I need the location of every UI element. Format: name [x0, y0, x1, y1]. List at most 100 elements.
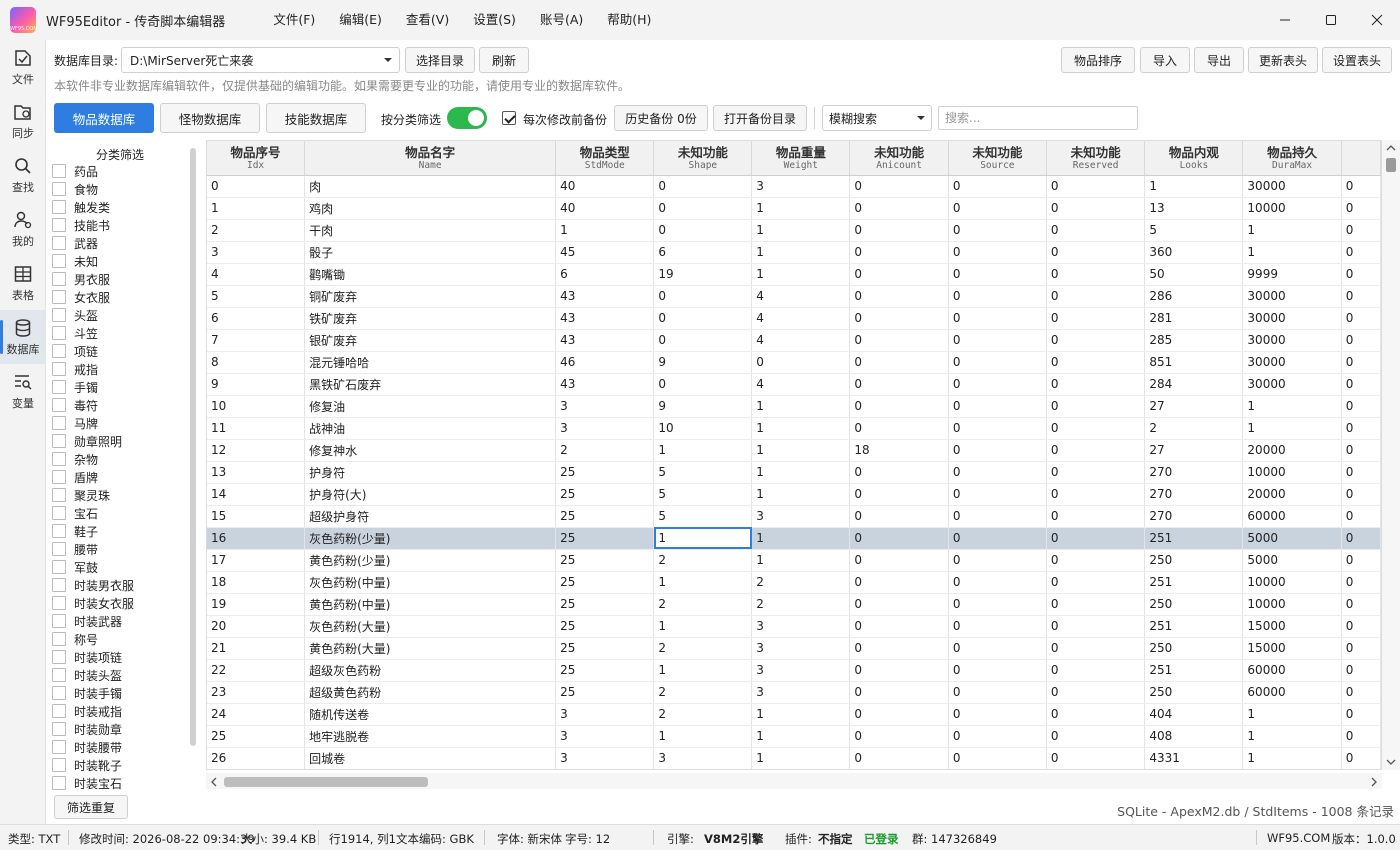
table-cell[interactable]: 60000 — [1242, 681, 1342, 704]
table-cell[interactable]: 1 — [1242, 417, 1342, 440]
table-cell[interactable]: 1 — [751, 241, 851, 264]
table-cell[interactable]: 0 — [948, 593, 1047, 616]
table-cell[interactable]: 43 — [555, 285, 655, 308]
table-cell[interactable]: 0 — [1046, 703, 1146, 726]
table-cell[interactable]: 25 — [555, 593, 655, 616]
table-cell[interactable]: 0 — [849, 637, 949, 660]
table-cell[interactable]: 0 — [1341, 527, 1381, 550]
table-cell[interactable]: 19 — [653, 263, 753, 286]
reset-filter-button[interactable]: 筛选重复 — [54, 795, 128, 819]
table-cell[interactable]: 0 — [948, 637, 1047, 660]
category-item[interactable]: 项链 — [52, 342, 188, 360]
table-cell[interactable]: 0 — [1341, 241, 1381, 264]
column-header[interactable] — [1341, 141, 1381, 176]
table-cell[interactable]: 0 — [849, 219, 949, 242]
table-cell[interactable]: 15000 — [1242, 637, 1342, 660]
table-cell[interactable]: 270 — [1144, 483, 1244, 506]
table-cell[interactable]: 肉 — [304, 175, 557, 198]
table-cell[interactable]: 1 — [1242, 241, 1342, 264]
category-checkbox[interactable] — [52, 488, 66, 502]
table-cell[interactable]: 5 — [653, 505, 753, 528]
category-item[interactable]: 腰带 — [52, 540, 188, 558]
category-checkbox[interactable] — [52, 416, 66, 430]
table-cell[interactable]: 2 — [653, 681, 753, 704]
category-item[interactable]: 时装宝石 — [52, 774, 188, 790]
menu-settings[interactable]: 设置(S) — [461, 6, 528, 34]
table-cell[interactable]: 超级灰色药粉 — [304, 659, 557, 682]
update-header-button[interactable]: 更新表头 — [1248, 47, 1318, 73]
table-cell[interactable]: 1 — [1242, 219, 1342, 242]
category-checkbox[interactable] — [52, 380, 66, 394]
table-cell[interactable]: 250 — [1144, 681, 1244, 704]
table-cell[interactable]: 1 — [751, 395, 851, 418]
category-item[interactable]: 时装女衣服 — [52, 594, 188, 612]
table-cell[interactable]: 4331 — [1144, 747, 1244, 769]
table-cell[interactable]: 0 — [849, 681, 949, 704]
table-cell[interactable]: 0 — [1046, 725, 1146, 748]
menu-file[interactable]: 文件(F) — [261, 6, 327, 34]
table-cell[interactable]: 0 — [1341, 219, 1381, 242]
table-cell[interactable]: 3 — [555, 725, 655, 748]
table-cell[interactable]: 0 — [1046, 571, 1146, 594]
table-cell[interactable]: 4 — [751, 285, 851, 308]
table-cell[interactable]: 1 — [751, 483, 851, 506]
table-cell[interactable]: 25 — [555, 527, 655, 550]
table-cell[interactable]: 0 — [948, 681, 1047, 704]
table-cell[interactable]: 0 — [849, 307, 949, 330]
table-cell[interactable]: 0 — [948, 747, 1047, 769]
table-cell[interactable]: 0 — [948, 197, 1047, 220]
table-cell[interactable]: 23 — [207, 681, 306, 704]
table-cell[interactable]: 250 — [1144, 593, 1244, 616]
table-cell[interactable]: 40 — [555, 175, 655, 198]
table-cell[interactable]: 0 — [1341, 571, 1381, 594]
table-cell[interactable]: 26 — [207, 747, 306, 769]
table-cell[interactable]: 骰子 — [304, 241, 557, 264]
maximize-button[interactable] — [1308, 0, 1354, 40]
table-cell[interactable]: 30000 — [1242, 351, 1342, 374]
table-cell[interactable] — [654, 769, 752, 770]
table-row[interactable]: 22 超级灰色药粉 25 1 3 0 0 0 251 60000 0 — [207, 659, 1381, 682]
refresh-button[interactable]: 刷新 — [479, 47, 529, 73]
table-cell[interactable]: 0 — [1046, 747, 1146, 769]
table-cell[interactable]: 25 — [555, 615, 655, 638]
category-item[interactable]: 时装勋章 — [52, 720, 188, 738]
table-cell[interactable]: 2 — [1144, 417, 1244, 440]
category-checkbox[interactable] — [52, 200, 66, 214]
close-button[interactable] — [1354, 0, 1400, 40]
table-row[interactable]: 7 银矿废弃 43 0 4 0 0 0 285 30000 0 — [207, 329, 1381, 352]
table-cell[interactable]: 0 — [1341, 747, 1381, 769]
table-cell[interactable]: 随机传送卷 — [304, 703, 557, 726]
table-cell[interactable]: 0 — [1046, 351, 1146, 374]
table-cell[interactable]: 0 — [849, 285, 949, 308]
backup-checkbox[interactable] — [502, 111, 516, 125]
table-cell[interactable]: 24 — [207, 703, 306, 726]
table-cell[interactable]: 超级黄色药粉 — [304, 681, 557, 704]
table-cell[interactable]: 0 — [948, 351, 1047, 374]
category-item[interactable]: 时装手镯 — [52, 684, 188, 702]
table-cell[interactable]: 3 — [751, 681, 851, 704]
column-header[interactable]: 未知功能 Anicount — [849, 141, 949, 176]
tab-monsters-db[interactable]: 怪物数据库 — [160, 103, 260, 133]
table-cell[interactable]: 2 — [653, 593, 753, 616]
table-cell[interactable]: 0 — [849, 417, 949, 440]
table-cell[interactable]: 1 — [1144, 175, 1244, 198]
menu-help[interactable]: 帮助(H) — [595, 6, 663, 34]
nav-variable[interactable]: 变量 — [0, 364, 46, 418]
table-row[interactable]: 17 黄色药粉(少量) 25 2 1 0 0 0 250 5000 0 — [207, 549, 1381, 572]
table-cell[interactable]: 10000 — [1242, 593, 1342, 616]
table-cell[interactable]: 281 — [1144, 307, 1244, 330]
table-row[interactable]: 8 混元锤哈哈 46 9 0 0 0 0 851 30000 0 — [207, 351, 1381, 374]
table-cell[interactable]: 0 — [948, 483, 1047, 506]
horizontal-scroll-thumb[interactable] — [224, 777, 428, 787]
table-cell[interactable]: 10 — [653, 417, 753, 440]
category-checkbox[interactable] — [52, 722, 66, 736]
table-cell[interactable]: 灰色药粉(大量) — [304, 615, 557, 638]
table-cell[interactable]: 0 — [849, 329, 949, 352]
scroll-right-icon[interactable] — [1370, 777, 1378, 787]
table-cell[interactable]: 0 — [948, 285, 1047, 308]
vertical-scroll-thumb[interactable] — [1386, 158, 1396, 172]
table-cell[interactable]: 10000 — [1242, 197, 1342, 220]
table-cell[interactable]: 0 — [948, 219, 1047, 242]
table-cell[interactable]: 50 — [1144, 263, 1244, 286]
table-cell[interactable]: 0 — [1046, 197, 1146, 220]
